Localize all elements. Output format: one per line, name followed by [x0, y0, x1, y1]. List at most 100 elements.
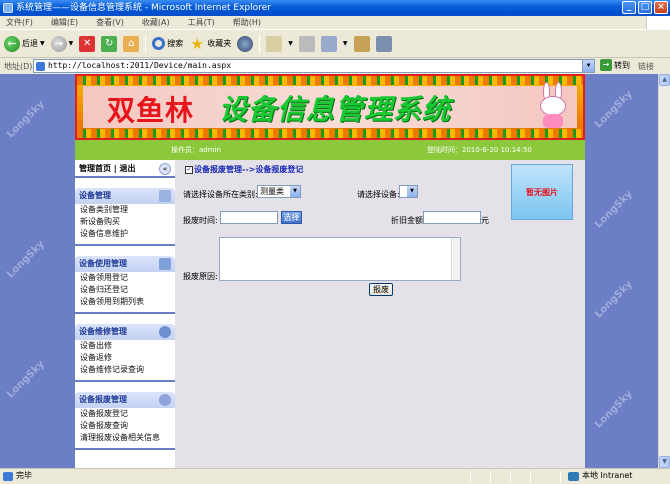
- device-photo-placeholder: 暂无图片: [511, 164, 573, 220]
- category-select[interactable]: 测量类 ▼: [257, 185, 301, 198]
- go-button[interactable]: → 转到: [600, 59, 630, 71]
- mail-icon[interactable]: [266, 35, 283, 52]
- stop-icon[interactable]: ✕: [79, 35, 96, 52]
- chevron-down-icon[interactable]: ▼: [343, 40, 348, 47]
- sidebar-item-new-device[interactable]: 新设备购买: [75, 216, 175, 228]
- messenger-icon[interactable]: [353, 35, 370, 52]
- sidebar-item-return-repair[interactable]: 设备返修: [75, 352, 175, 364]
- refresh-icon[interactable]: ↻: [101, 35, 118, 52]
- depreciation-input[interactable]: [423, 211, 481, 224]
- scroll-up-button[interactable]: ▲: [659, 74, 670, 86]
- forward-button[interactable]: → ▼: [50, 35, 73, 52]
- status-divider: [490, 471, 491, 483]
- textarea-scrollbar[interactable]: [451, 238, 460, 280]
- sidebar-item-due-list[interactable]: 设备领用到期列表: [75, 296, 175, 308]
- toolbar-separator: [259, 34, 261, 53]
- user-info-bar: 操作员：admin 登陆时间：2010-6-20 10:14:50: [75, 140, 585, 160]
- depreciation-label: 折旧金额:: [391, 216, 426, 225]
- group-header[interactable]: 设备维修管理: [75, 324, 175, 340]
- scroll-down-button[interactable]: ▼: [659, 456, 670, 468]
- content-panel: ✓ 设备报废管理-->设备报废登记 请选择设备所在类别: 测量类 ▼ 请选择设备…: [175, 160, 585, 468]
- menu-file[interactable]: 文件(F): [6, 17, 33, 28]
- edit-icon[interactable]: [320, 35, 337, 52]
- media-icon[interactable]: [237, 35, 254, 52]
- reason-textarea[interactable]: [219, 237, 461, 281]
- chevron-down-icon: ▼: [290, 186, 300, 197]
- go-label: 转到: [614, 60, 630, 70]
- address-input[interactable]: http://localhost:2011/Device/main.aspx ▼: [33, 59, 595, 73]
- close-button[interactable]: ×: [654, 1, 668, 14]
- menu-view[interactable]: 查看(V): [96, 17, 124, 28]
- research-icon[interactable]: [375, 35, 392, 52]
- watermark: LongSky: [593, 388, 635, 431]
- sidebar-group-scrap: 设备报废管理 设备报废登记 设备报废查询 清理报废设备相关信息: [75, 392, 175, 450]
- menu-bar: 文件(F) 编辑(E) 查看(V) 收藏(A) 工具(T) 帮助(H): [0, 16, 670, 30]
- search-label: 搜索: [167, 39, 184, 48]
- sidebar-item-scrap-register[interactable]: 设备报废登记: [75, 408, 175, 420]
- star-icon: ★: [190, 34, 204, 53]
- sidebar-group-repair: 设备维修管理 设备出修 设备返修 设备维修记录查询: [75, 324, 175, 382]
- sidebar-item-scrap-cleanup[interactable]: 清理报废设备相关信息: [75, 432, 175, 444]
- device-select[interactable]: ▼: [399, 185, 418, 198]
- reason-label: 报废原因:: [183, 272, 218, 281]
- intranet-icon: [568, 472, 579, 481]
- page-viewport: LongSky LongSky LongSky LongSky LongSky …: [0, 74, 658, 468]
- favorites-button[interactable]: ★ 收藏夹: [189, 34, 232, 53]
- sidebar-item-device-category[interactable]: 设备类别管理: [75, 204, 175, 216]
- back-button[interactable]: ← 后退 ▼: [4, 35, 45, 52]
- app-banner: 双鱼林 设备信息管理系统: [75, 74, 585, 140]
- login-time-text: 登陆时间：2010-6-20 10:14:50: [427, 146, 532, 154]
- group-header[interactable]: 设备使用管理: [75, 256, 175, 272]
- pick-date-button[interactable]: 选择: [281, 211, 302, 224]
- page-icon: [36, 62, 45, 71]
- category-value: 测量类: [260, 187, 284, 196]
- sidebar-item-scrap-query[interactable]: 设备报废查询: [75, 420, 175, 432]
- watermark: LongSky: [593, 88, 635, 131]
- minimize-button[interactable]: _: [622, 1, 636, 14]
- watermark: LongSky: [5, 98, 47, 141]
- page-done-icon: [3, 472, 13, 481]
- status-divider: [530, 471, 531, 483]
- usage-icon: [159, 258, 171, 270]
- links-button[interactable]: 链接: [638, 61, 654, 72]
- window-title-bar: 系统管理——设备信息管理系统 - Microsoft Internet Expl…: [0, 0, 670, 16]
- sidebar-item-return[interactable]: 设备归还登记: [75, 284, 175, 296]
- address-dropdown[interactable]: ▼: [582, 60, 594, 72]
- sidebar-item-repair-query[interactable]: 设备维修记录查询: [75, 364, 175, 376]
- collapse-sidebar-button[interactable]: «: [159, 163, 171, 175]
- group-header[interactable]: 设备管理: [75, 188, 175, 204]
- sidebar-group-device: 设备管理 设备类别管理 新设备购买 设备信息维护: [75, 188, 175, 246]
- breadcrumb: ✓ 设备报废管理-->设备报废登记: [185, 164, 303, 175]
- chevron-down-icon[interactable]: ▼: [288, 40, 293, 47]
- carrot-border-top: [77, 76, 583, 85]
- menu-tools[interactable]: 工具(T): [188, 17, 215, 28]
- currency-unit: 元: [481, 216, 489, 225]
- page-scrollbar[interactable]: ▲ ▼: [658, 74, 670, 468]
- operator-text: 操作员：admin: [171, 146, 221, 154]
- print-icon[interactable]: [298, 35, 315, 52]
- checkbox-icon: ✓: [185, 165, 193, 174]
- sidebar-item-device-info[interactable]: 设备信息维护: [75, 228, 175, 240]
- menu-edit[interactable]: 编辑(E): [51, 17, 78, 28]
- sidebar-item-send-repair[interactable]: 设备出修: [75, 340, 175, 352]
- back-label: 后退: [22, 39, 38, 48]
- menu-help[interactable]: 帮助(H): [233, 17, 261, 28]
- sidebar-item-borrow[interactable]: 设备领用登记: [75, 272, 175, 284]
- status-text: 完毕: [16, 471, 32, 480]
- scrap-submit-button[interactable]: 报废: [369, 283, 393, 296]
- address-label: 地址(D): [4, 61, 33, 71]
- watermark: LongSky: [5, 238, 47, 281]
- menu-favorites[interactable]: 收藏(A): [142, 17, 170, 28]
- home-logout-links[interactable]: 管理首页 | 退出: [79, 163, 136, 174]
- search-button[interactable]: 搜索: [152, 37, 183, 50]
- home-icon[interactable]: ⌂: [123, 35, 140, 52]
- status-divider: [470, 471, 471, 483]
- device-icon: [159, 190, 171, 202]
- group-header[interactable]: 设备报废管理: [75, 392, 175, 408]
- security-zone: 本地 Intranet: [582, 471, 633, 480]
- maximize-button[interactable]: □: [638, 1, 652, 14]
- chevron-down-icon: ▼: [40, 40, 45, 47]
- back-arrow-icon: ←: [4, 35, 20, 52]
- scrap-time-input[interactable]: [220, 211, 278, 224]
- windows-logo: [646, 16, 670, 30]
